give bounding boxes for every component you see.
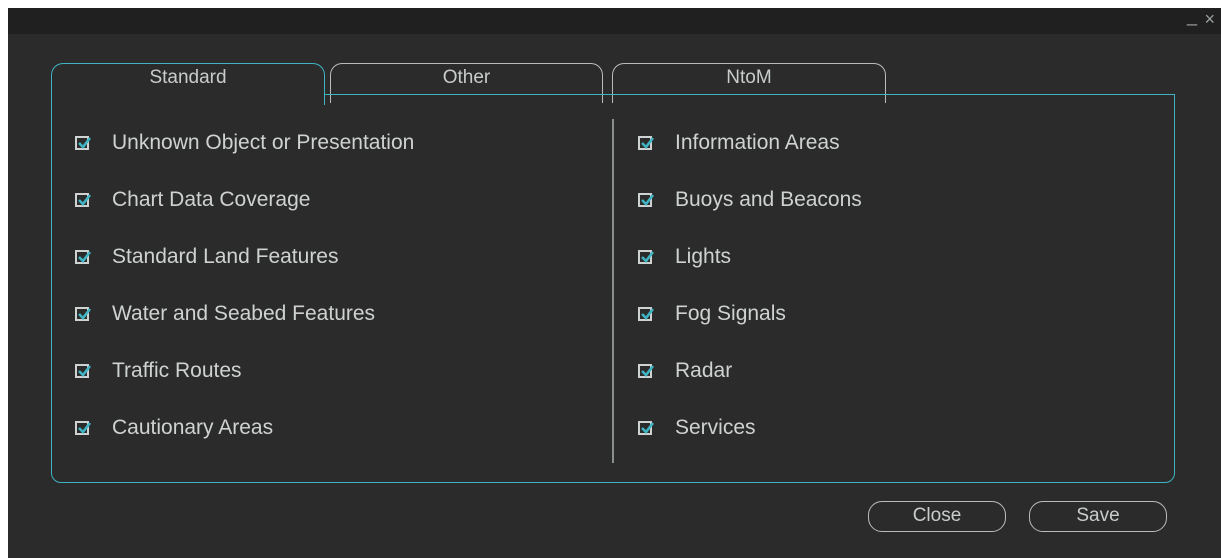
tab-panel-standard: Unknown Object or Presentation Chart Dat… (51, 94, 1175, 483)
tab-standard-label: Standard (149, 67, 227, 88)
checkbox-checked-icon[interactable] (75, 193, 92, 207)
checkbox-checked-icon[interactable] (75, 364, 92, 378)
option-label: Lights (675, 245, 732, 268)
right-option-column: Information Areas Buoys and Beacons Ligh… (638, 131, 862, 473)
option-label: Services (675, 416, 756, 439)
option-standard-land-features[interactable]: Standard Land Features (75, 245, 414, 302)
option-label: Buoys and Beacons (675, 188, 862, 211)
tab-ntom-label: NtoM (726, 67, 772, 88)
option-label: Fog Signals (675, 302, 786, 325)
option-label: Water and Seabed Features (112, 302, 376, 325)
close-window-icon[interactable]: × (1204, 9, 1215, 29)
option-fog-signals[interactable]: Fog Signals (638, 302, 862, 359)
checkbox-checked-icon[interactable] (638, 193, 655, 207)
checkbox-checked-icon[interactable] (75, 136, 92, 150)
checkbox-checked-icon[interactable] (638, 136, 655, 150)
option-radar[interactable]: Radar (638, 359, 862, 416)
option-label: Chart Data Coverage (112, 188, 311, 211)
option-information-areas[interactable]: Information Areas (638, 131, 862, 188)
title-bar: _ × (8, 6, 1221, 34)
option-water-seabed-features[interactable]: Water and Seabed Features (75, 302, 414, 359)
option-label: Information Areas (675, 131, 840, 154)
checkbox-checked-icon[interactable] (75, 421, 92, 435)
option-label: Cautionary Areas (112, 416, 274, 439)
option-unknown-object[interactable]: Unknown Object or Presentation (75, 131, 414, 188)
option-label: Radar (675, 359, 733, 382)
checkbox-checked-icon[interactable] (638, 364, 655, 378)
option-buoys-beacons[interactable]: Buoys and Beacons (638, 188, 862, 245)
save-button[interactable]: Save (1029, 501, 1167, 532)
checkbox-checked-icon[interactable] (638, 250, 655, 264)
checkbox-checked-icon[interactable] (638, 421, 655, 435)
chart-display-dialog: _ × Standard Other NtoM Unknown Object o… (8, 6, 1221, 558)
option-cautionary-areas[interactable]: Cautionary Areas (75, 416, 414, 473)
checkbox-checked-icon[interactable] (638, 307, 655, 321)
checkbox-checked-icon[interactable] (75, 250, 92, 264)
option-label: Unknown Object or Presentation (112, 131, 415, 154)
option-label: Traffic Routes (112, 359, 242, 382)
option-chart-data-coverage[interactable]: Chart Data Coverage (75, 188, 414, 245)
close-button[interactable]: Close (868, 501, 1006, 532)
minimize-icon[interactable]: _ (1187, 6, 1197, 26)
left-option-column: Unknown Object or Presentation Chart Dat… (75, 131, 414, 473)
option-label: Standard Land Features (112, 245, 339, 268)
option-services[interactable]: Services (638, 416, 862, 473)
tab-standard[interactable]: Standard (51, 63, 325, 105)
checkbox-checked-icon[interactable] (75, 307, 92, 321)
option-traffic-routes[interactable]: Traffic Routes (75, 359, 414, 416)
column-divider (612, 119, 614, 463)
tab-other-label: Other (442, 67, 491, 88)
option-lights[interactable]: Lights (638, 245, 862, 302)
